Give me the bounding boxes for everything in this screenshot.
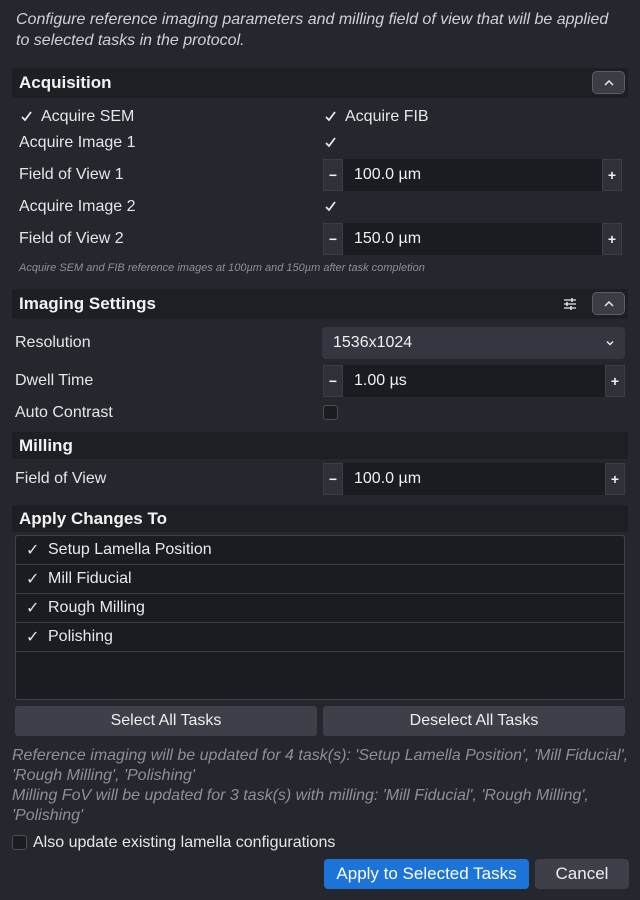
check-icon[interactable]: ✓ [26,540,48,560]
dwell-time-label: Dwell Time [15,372,94,389]
acquire-image-1-checkbox[interactable] [323,135,338,150]
task-item-setup-lamella-position[interactable]: ✓ Setup Lamella Position [16,536,624,565]
acquire-image-1-label: Acquire Image 1 [19,134,136,151]
milling-header: Milling [12,432,628,459]
fov2-increment-button[interactable]: + [602,223,622,255]
acquisition-header: Acquisition [12,68,628,98]
auto-contrast-checkbox[interactable] [323,405,338,420]
fov2-spinbox[interactable]: − 150.0 µm + [323,223,622,255]
imaging-settings-header: Imaging Settings [12,289,628,319]
check-icon[interactable]: ✓ [26,598,48,618]
dwell-time-increment-button[interactable]: + [605,365,625,397]
dwell-time-spinbox[interactable]: − 1.00 µs + [323,365,625,397]
imaging-collapse-button[interactable] [592,292,625,315]
milling-fov-value[interactable]: 100.0 µm [343,463,605,495]
task-label: Setup Lamella Position [48,541,212,558]
fov1-label: Field of View 1 [19,166,124,183]
milling-fov-decrement-button[interactable]: − [323,463,343,495]
acquisition-title: Acquisition [19,73,112,92]
acquisition-hint: Acquire SEM and FIB reference images at … [19,262,425,274]
check-icon [325,111,336,122]
task-label: Polishing [48,628,113,645]
acquire-fib-checkbox[interactable] [323,109,338,124]
task-item-rough-milling[interactable]: ✓ Rough Milling [16,594,624,623]
dwell-time-value[interactable]: 1.00 µs [343,365,605,397]
task-item-polishing[interactable]: ✓ Polishing [16,623,624,652]
update-summary: Reference imaging will be updated for 4 … [12,746,630,826]
acquisition-collapse-button[interactable] [592,71,625,94]
acquire-fib-label: Acquire FIB [345,108,429,125]
dwell-time-decrement-button[interactable]: − [323,365,343,397]
check-icon [325,201,336,212]
milling-title: Milling [19,435,73,455]
task-label: Rough Milling [48,599,145,616]
update-existing-label: Also update existing lamella configurati… [33,834,336,851]
cancel-button[interactable]: Cancel [535,859,629,889]
summary-milling-fov: Milling FoV will be updated for 3 task(s… [12,787,589,824]
acquire-image-2-checkbox[interactable] [323,199,338,214]
task-list[interactable]: ✓ Setup Lamella Position ✓ Mill Fiducial… [15,535,625,700]
resolution-value: 1536x1024 [333,334,413,351]
intro-text: Configure reference imaging parameters a… [16,11,609,49]
resolution-select[interactable]: 1536x1024 [322,327,625,359]
acquire-sem-checkbox[interactable] [19,109,34,124]
fov1-spinbox[interactable]: − 100.0 µm + [323,159,622,191]
milling-fov-spinbox[interactable]: − 100.0 µm + [323,463,625,495]
check-icon [21,111,32,122]
fov1-increment-button[interactable]: + [602,159,622,191]
check-icon[interactable]: ✓ [26,627,48,647]
task-item-mill-fiducial[interactable]: ✓ Mill Fiducial [16,565,624,594]
deselect-all-tasks-button[interactable]: Deselect All Tasks [323,706,625,736]
chevron-up-icon [603,300,614,307]
acquire-sem-label: Acquire SEM [41,108,135,125]
task-label: Mill Fiducial [48,570,132,587]
check-icon [325,137,336,148]
resolution-label: Resolution [15,334,91,351]
apply-changes-title: Apply Changes To [19,508,167,528]
summary-reference-imaging: Reference imaging will be updated for 4 … [12,747,629,784]
apply-to-selected-tasks-button[interactable]: Apply to Selected Tasks [324,859,529,889]
select-all-tasks-button[interactable]: Select All Tasks [15,706,317,736]
chevron-down-icon [606,340,614,346]
imaging-settings-title: Imaging Settings [19,294,156,313]
milling-fov-increment-button[interactable]: + [605,463,625,495]
sliders-icon[interactable] [562,296,578,312]
update-existing-checkbox[interactable] [12,835,27,850]
fov1-decrement-button[interactable]: − [323,159,343,191]
fov2-decrement-button[interactable]: − [323,223,343,255]
fov2-value[interactable]: 150.0 µm [343,223,602,255]
check-icon[interactable]: ✓ [26,569,48,589]
apply-changes-header: Apply Changes To [12,505,628,532]
milling-fov-label: Field of View [15,470,107,487]
chevron-up-icon [603,79,614,86]
fov1-value[interactable]: 100.0 µm [343,159,602,191]
fov2-label: Field of View 2 [19,230,124,247]
auto-contrast-label: Auto Contrast [15,404,113,421]
acquire-image-2-label: Acquire Image 2 [19,198,136,215]
